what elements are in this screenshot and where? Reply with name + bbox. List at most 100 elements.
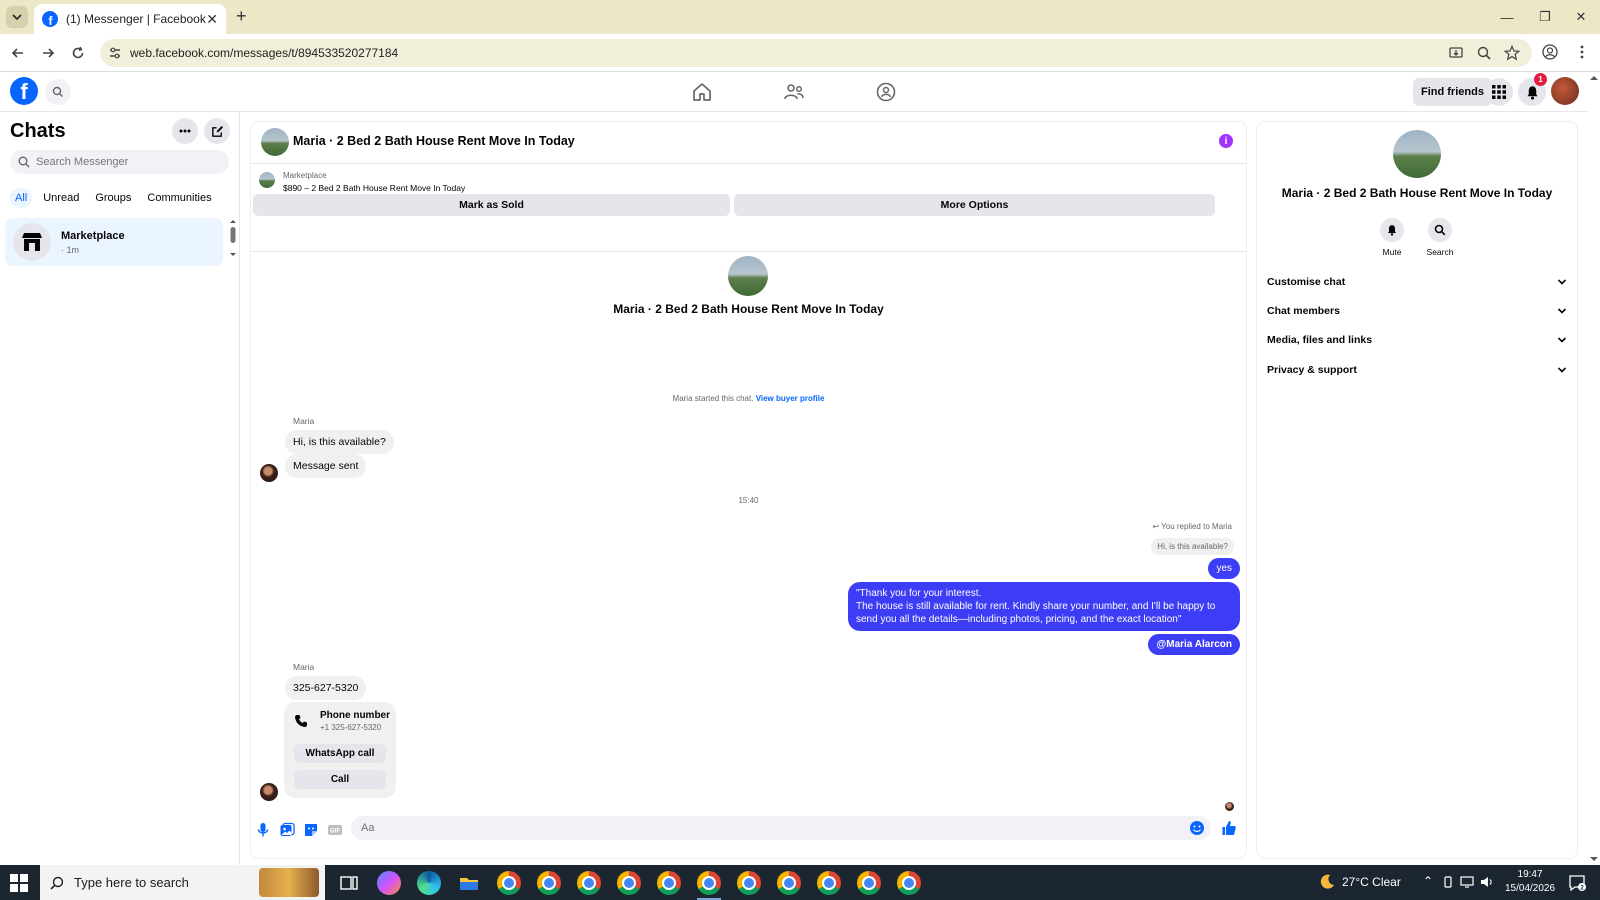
- search-in-chat-button[interactable]: [1428, 218, 1452, 242]
- weather-text[interactable]: 27°C Clear: [1342, 875, 1401, 889]
- facebook-logo[interactable]: f: [10, 77, 38, 105]
- chat-members-row[interactable]: Chat members: [1267, 301, 1567, 321]
- mute-button[interactable]: [1380, 218, 1404, 242]
- edge-icon[interactable]: [417, 871, 441, 895]
- browser-menu-icon[interactable]: [1574, 44, 1590, 60]
- new-message-button[interactable]: [204, 118, 230, 144]
- back-button[interactable]: [8, 43, 28, 63]
- chrome-icon[interactable]: [657, 871, 681, 895]
- more-options-button[interactable]: More Options: [734, 194, 1215, 216]
- profile-icon[interactable]: [1542, 44, 1558, 60]
- bookmark-star-icon[interactable]: [1504, 45, 1520, 61]
- new-tab-button[interactable]: +: [236, 6, 247, 26]
- forward-button[interactable]: [38, 43, 58, 63]
- sticker-icon[interactable]: [303, 822, 319, 838]
- conversation-title[interactable]: Maria · 2 Bed 2 Bath House Rent Move In …: [293, 134, 575, 148]
- whatsapp-call-button[interactable]: WhatsApp call: [294, 744, 386, 763]
- account-avatar[interactable]: [1551, 77, 1579, 105]
- facebook-search-button[interactable]: [45, 79, 71, 105]
- groups-icon[interactable]: [874, 80, 898, 104]
- call-button[interactable]: Call: [294, 770, 386, 789]
- incoming-message[interactable]: 325-627-5320: [285, 676, 367, 700]
- filter-unread[interactable]: Unread: [38, 188, 84, 208]
- volume-icon[interactable]: [1480, 875, 1494, 889]
- copilot-icon[interactable]: [377, 871, 401, 895]
- messenger-search[interactable]: [10, 150, 229, 174]
- chrome-icon[interactable]: [577, 871, 601, 895]
- network-icon[interactable]: [1460, 876, 1474, 888]
- task-view-icon[interactable]: [337, 871, 361, 895]
- url-text: web.facebook.com/messages/t/894533520277…: [130, 46, 399, 60]
- menu-button[interactable]: [1485, 78, 1513, 106]
- mute-action[interactable]: Mute: [1372, 218, 1412, 257]
- customise-chat-row[interactable]: Customise chat: [1267, 272, 1567, 292]
- minimize-button[interactable]: —: [1488, 0, 1526, 34]
- maria-avatar[interactable]: [260, 783, 278, 801]
- home-icon[interactable]: [690, 80, 714, 104]
- chevron-down-icon: [1557, 367, 1567, 373]
- friends-icon[interactable]: [782, 80, 806, 104]
- image-icon[interactable]: [279, 822, 295, 838]
- moon-weather-icon[interactable]: [1318, 873, 1336, 891]
- started-text: Maria started this chat.: [672, 394, 754, 403]
- chrome-icon[interactable]: [897, 871, 921, 895]
- message-composer: GIF: [251, 810, 1246, 854]
- emoji-icon[interactable]: [1189, 820, 1205, 836]
- browser-tab[interactable]: f (1) Messenger | Facebook ✕: [34, 4, 226, 34]
- chrome-icon[interactable]: [777, 871, 801, 895]
- privacy-support-row[interactable]: Privacy & support: [1267, 360, 1567, 380]
- view-buyer-profile-link[interactable]: View buyer profile: [756, 394, 825, 403]
- taskbar-search[interactable]: Type here to search: [40, 865, 325, 900]
- windows-start-icon[interactable]: [10, 874, 28, 892]
- incoming-message[interactable]: Hi, is this available?: [285, 430, 394, 454]
- listing-thumbnail[interactable]: [261, 128, 289, 156]
- tray-chevron-icon[interactable]: ⌃: [1423, 874, 1433, 888]
- chrome-icon[interactable]: [497, 871, 521, 895]
- listing-price-title[interactable]: $890 – 2 Bed 2 Bath House Rent Move In T…: [283, 183, 465, 193]
- find-friends-button[interactable]: Find friends: [1413, 78, 1492, 106]
- tablet-icon[interactable]: [1442, 876, 1454, 888]
- zoom-icon[interactable]: [1476, 45, 1492, 61]
- tab-close-icon[interactable]: ✕: [206, 11, 218, 28]
- install-app-icon[interactable]: [1448, 45, 1464, 61]
- details-listing-image[interactable]: [1393, 130, 1441, 178]
- chrome-icon[interactable]: [617, 871, 641, 895]
- filter-groups[interactable]: Groups: [90, 188, 136, 208]
- outgoing-message[interactable]: yes: [1208, 558, 1240, 579]
- gif-icon[interactable]: GIF: [327, 822, 343, 838]
- incoming-message[interactable]: Message sent: [285, 454, 367, 478]
- chrome-icon[interactable]: [857, 871, 881, 895]
- sidebar-scrollbar[interactable]: [229, 218, 237, 258]
- chats-options-button[interactable]: [172, 118, 198, 144]
- page-scrollbar[interactable]: [1588, 72, 1600, 865]
- taskbar-clock[interactable]: 19:47 15/04/2026: [1505, 868, 1555, 896]
- outgoing-message-long[interactable]: "Thank you for your interest. The house …: [848, 582, 1240, 631]
- reload-button[interactable]: [68, 43, 88, 63]
- info-icon[interactable]: i: [1219, 134, 1233, 148]
- search-action[interactable]: Search: [1420, 218, 1460, 257]
- restore-button[interactable]: ❐: [1526, 0, 1564, 34]
- messenger-search-input[interactable]: [36, 156, 216, 168]
- media-files-links-row[interactable]: Media, files and links: [1267, 330, 1567, 350]
- chrome-icon[interactable]: [817, 871, 841, 895]
- listing-thumbnail-small: [259, 172, 275, 188]
- notification-center-icon[interactable]: 2: [1568, 874, 1586, 892]
- file-explorer-icon[interactable]: [457, 871, 481, 895]
- thumbs-up-icon[interactable]: [1221, 820, 1237, 836]
- chrome-icon[interactable]: [697, 871, 721, 895]
- message-input[interactable]: [351, 816, 1211, 840]
- maria-avatar[interactable]: [260, 464, 278, 482]
- microphone-icon[interactable]: [255, 822, 271, 838]
- mention-message[interactable]: @Maria Alarcon: [1148, 634, 1240, 655]
- filter-all[interactable]: All: [10, 188, 33, 208]
- quoted-message[interactable]: Hi, is this available?: [1151, 538, 1234, 555]
- close-window-button[interactable]: ✕: [1562, 0, 1600, 34]
- filter-communities[interactable]: Communities: [142, 188, 216, 208]
- omnibox[interactable]: web.facebook.com/messages/t/894533520277…: [100, 39, 1532, 67]
- tab-search-button[interactable]: [6, 6, 28, 28]
- chrome-icon[interactable]: [737, 871, 761, 895]
- chrome-icon[interactable]: [537, 871, 561, 895]
- mark-as-sold-button[interactable]: Mark as Sold: [253, 194, 730, 216]
- chat-list-item-marketplace[interactable]: Marketplace · 1m: [5, 218, 223, 266]
- site-info-icon[interactable]: [108, 46, 122, 60]
